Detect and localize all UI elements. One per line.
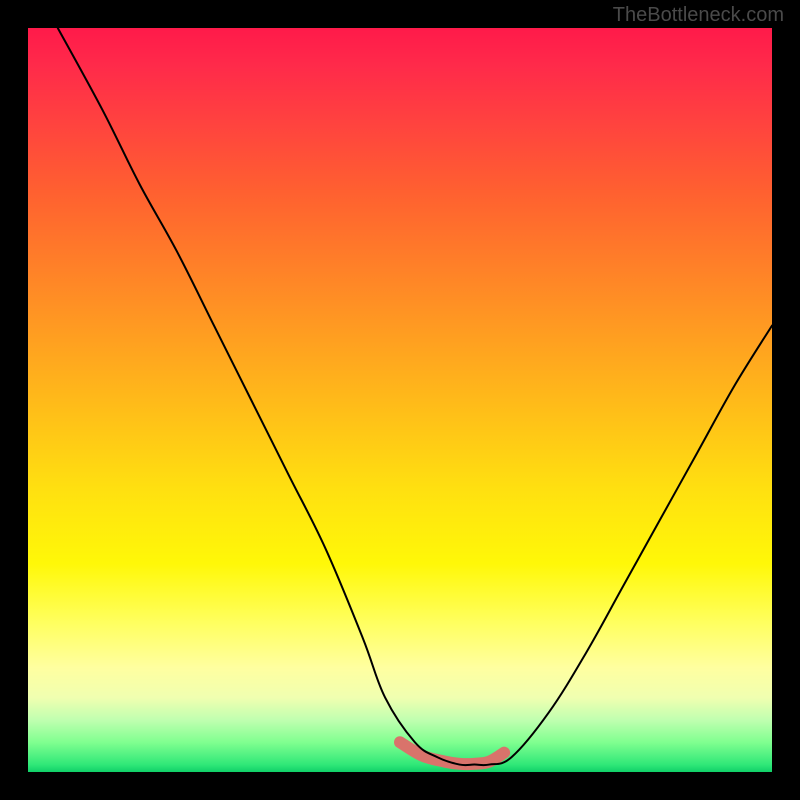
optimal-range-highlight xyxy=(400,742,504,764)
watermark-text: TheBottleneck.com xyxy=(613,4,784,27)
chart-plot-area xyxy=(28,28,772,772)
chart-svg xyxy=(28,28,772,772)
bottleneck-curve-line xyxy=(58,28,772,765)
